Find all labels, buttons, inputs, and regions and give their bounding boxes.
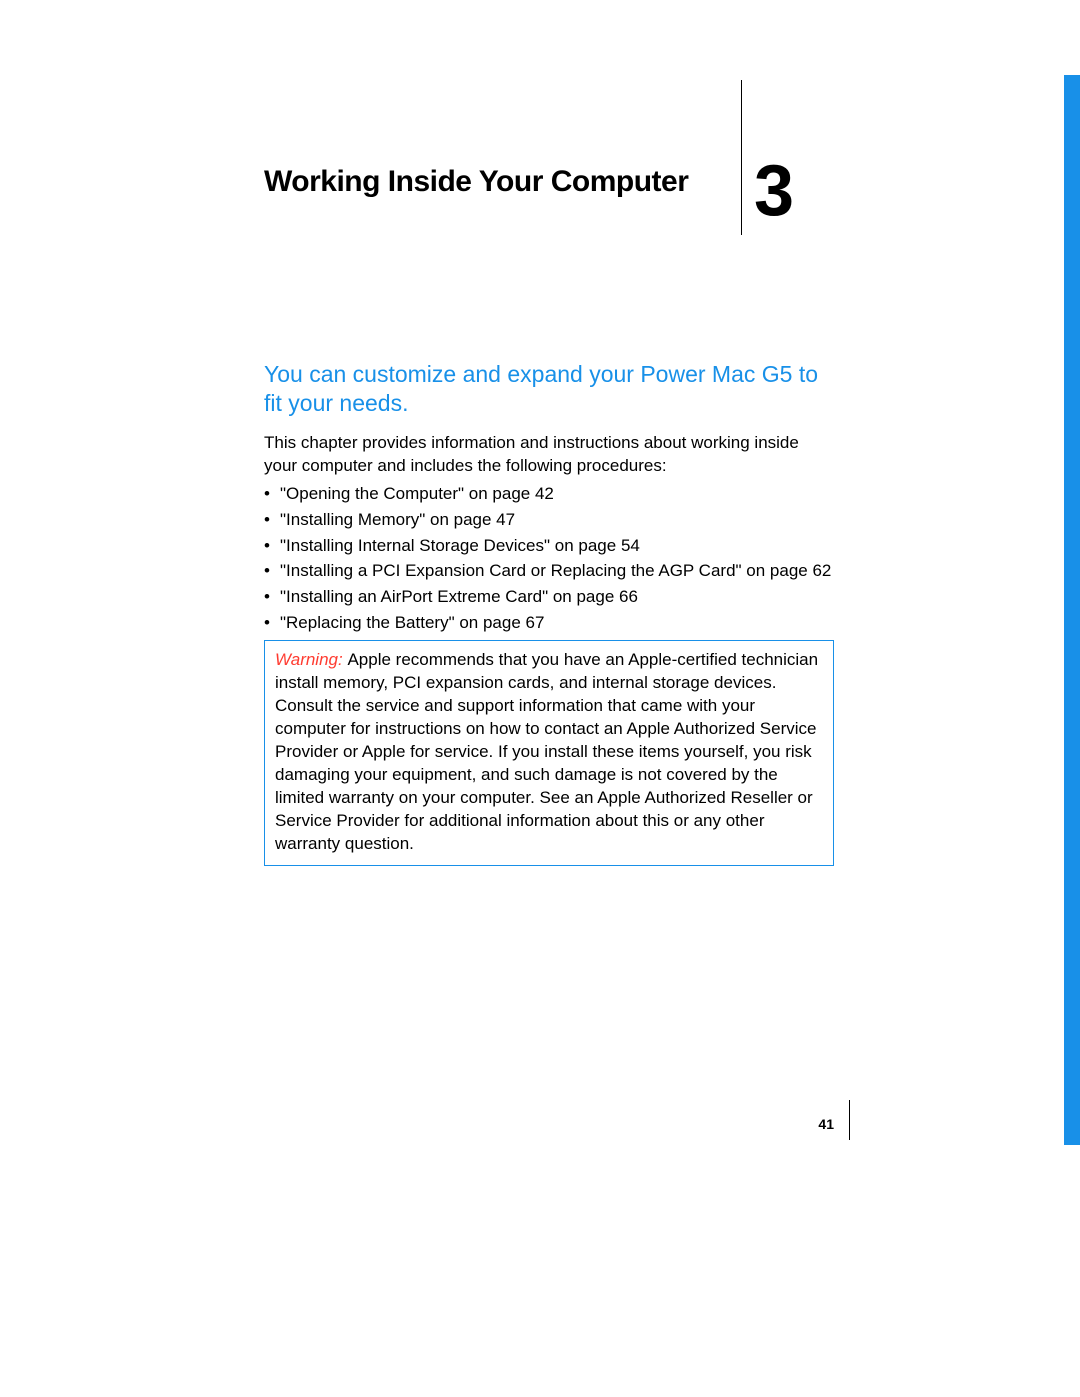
list-item: "Installing Memory" on page 47 [264, 508, 834, 532]
list-item: "Installing Internal Storage Devices" on… [264, 534, 834, 558]
chapter-number: 3 [754, 150, 792, 232]
chapter-title-box: Working Inside Your Computer [264, 80, 742, 235]
list-item: "Opening the Computer" on page 42 [264, 482, 834, 506]
page: Working Inside Your Computer 3 You can c… [0, 0, 1080, 1397]
chapter-lead: You can customize and expand your Power … [264, 360, 834, 418]
thumb-index-strip [1064, 75, 1080, 1145]
list-item: "Replacing the Battery" on page 67 [264, 611, 834, 635]
list-item-text: "Replacing the Battery" on page 67 [280, 613, 544, 632]
procedures-list: "Opening the Computer" on page 42 "Insta… [264, 482, 834, 637]
list-item-text: "Opening the Computer" on page 42 [280, 484, 554, 503]
list-item-text: "Installing a PCI Expansion Card or Repl… [280, 561, 831, 580]
list-item-text: "Installing Memory" on page 47 [280, 510, 515, 529]
warning-text: Apple recommends that you have an Apple-… [275, 650, 818, 853]
page-number: 41 [818, 1116, 834, 1132]
intro-paragraph: This chapter provides information and in… [264, 432, 834, 478]
list-item-text: "Installing Internal Storage Devices" on… [280, 536, 640, 555]
list-item: "Installing an AirPort Extreme Card" on … [264, 585, 834, 609]
list-item: "Installing a PCI Expansion Card or Repl… [264, 559, 834, 583]
page-footer: 41 [290, 1100, 850, 1140]
list-item-text: "Installing an AirPort Extreme Card" on … [280, 587, 638, 606]
chapter-title: Working Inside Your Computer [264, 165, 741, 199]
chapter-header: Working Inside Your Computer 3 [264, 80, 764, 235]
warning-box: Warning: Apple recommends that you have … [264, 640, 834, 866]
warning-label: Warning: [275, 650, 347, 669]
